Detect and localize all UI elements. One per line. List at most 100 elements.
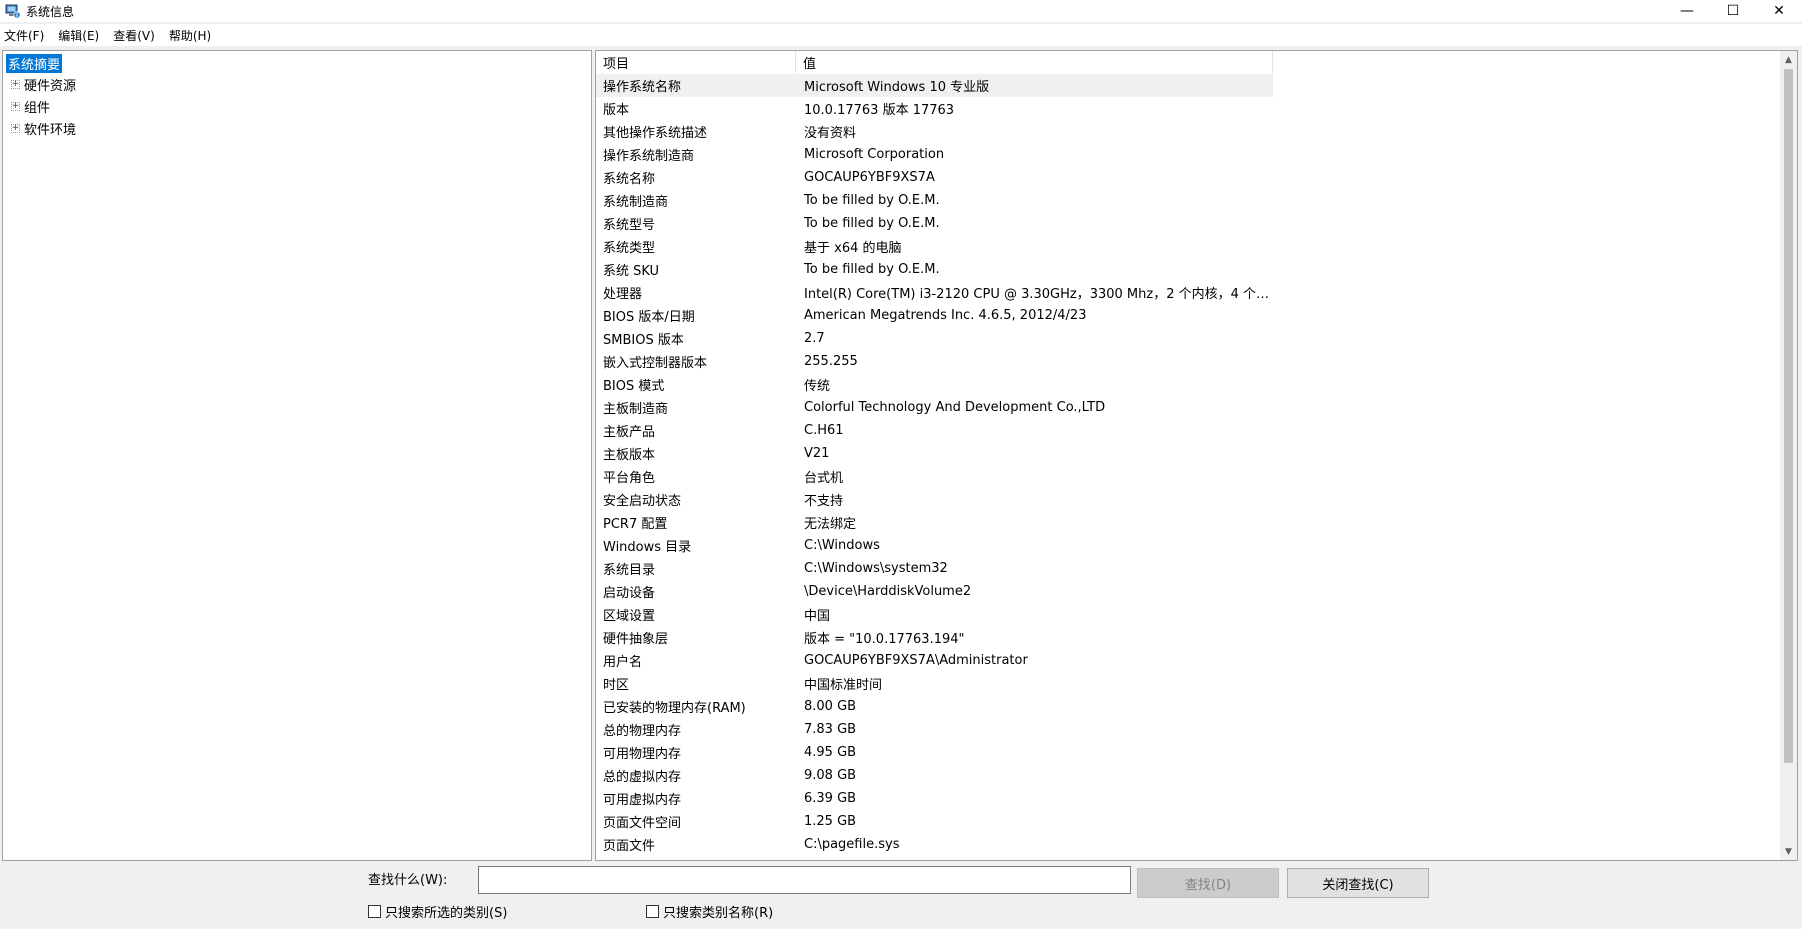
table-row[interactable]: PCR7 配置 无法绑定 xyxy=(596,511,1781,534)
checkbox-label: 只搜索类别名称(R) xyxy=(663,906,774,921)
table-row[interactable]: 已安装的物理内存(RAM) 8.00 GB xyxy=(596,695,1781,718)
table-row[interactable]: 版本 10.0.17763 版本 17763 xyxy=(596,97,1781,120)
cell-item: 操作系统名称 xyxy=(603,80,682,95)
table-row[interactable]: 系统 SKU To be filled by O.E.M. xyxy=(596,258,1781,281)
cell-item: 系统名称 xyxy=(603,172,656,187)
cell-item: BIOS 模式 xyxy=(603,379,665,394)
table-row[interactable]: 区域设置 中国 xyxy=(596,603,1781,626)
column-header-value[interactable]: 值 xyxy=(796,51,1273,73)
table-row[interactable]: 系统型号 To be filled by O.E.M. xyxy=(596,212,1781,235)
cell-value: \Device\HarddiskVolume2 xyxy=(804,584,972,599)
cell-value: GOCAUP6YBF9XS7A\Administrator xyxy=(804,653,1028,668)
tree-item-label: 软件环境 xyxy=(24,122,77,138)
tree-item-label: 组件 xyxy=(24,100,51,116)
category-tree[interactable]: 系统摘要 + 硬件资源 + 组件 + 软件环境 xyxy=(2,50,592,861)
cell-item: 处理器 xyxy=(603,287,643,302)
cell-value: 7.83 GB xyxy=(804,722,857,737)
vertical-scrollbar[interactable]: ▲ ▼ xyxy=(1780,51,1797,860)
close-find-button[interactable]: 关闭查找(C) xyxy=(1287,868,1429,898)
cell-value: 8.00 GB xyxy=(804,699,857,714)
find-input[interactable] xyxy=(478,866,1131,894)
table-row[interactable]: BIOS 版本/日期 American Megatrends Inc. 4.6.5… xyxy=(596,304,1781,327)
cell-value: 4.95 GB xyxy=(804,745,857,760)
table-row[interactable]: 主板制造商 Colorful Technology And Development… xyxy=(596,396,1781,419)
cell-value: C:\Windows xyxy=(804,538,880,553)
cell-value: 基于 x64 的电脑 xyxy=(804,241,902,256)
table-row[interactable]: 启动设备 \Device\HarddiskVolume2 xyxy=(596,580,1781,603)
expand-icon[interactable]: + xyxy=(11,123,20,133)
cell-item: 总的物理内存 xyxy=(603,724,682,739)
scroll-thumb[interactable] xyxy=(1784,69,1793,763)
table-row[interactable]: 总的物理内存 7.83 GB xyxy=(596,718,1781,741)
table-row[interactable]: 系统目录 C:\Windows\system32 xyxy=(596,557,1781,580)
cell-value: C:\pagefile.sys xyxy=(804,837,900,852)
tree-item-system-summary[interactable]: 系统摘要 xyxy=(6,53,63,73)
close-button[interactable]: ✕ xyxy=(1756,0,1802,22)
menu-edit[interactable]: 编辑(E) xyxy=(58,27,99,44)
table-row[interactable]: 硬件抽象层 版本 = "10.0.17763.194" xyxy=(596,626,1781,649)
table-row[interactable]: 系统类型 基于 x64 的电脑 xyxy=(596,235,1781,258)
table-row[interactable]: 页面文件 C:\pagefile.sys xyxy=(596,833,1781,856)
cell-item: 主板产品 xyxy=(603,425,656,440)
cell-item: 页面文件 xyxy=(603,839,656,854)
table-row[interactable]: 操作系统制造商 Microsoft Corporation xyxy=(596,143,1781,166)
cell-item: 版本 xyxy=(603,103,630,118)
cell-value: To be filled by O.E.M. xyxy=(804,193,940,208)
table-row[interactable]: 可用物理内存 4.95 GB xyxy=(596,741,1781,764)
table-row[interactable]: 平台角色 台式机 xyxy=(596,465,1781,488)
menu-file[interactable]: 文件(F) xyxy=(4,27,44,44)
table-row[interactable]: 主板版本 V21 xyxy=(596,442,1781,465)
list-rows: 操作系统名称 Microsoft Windows 10 专业版 版本 10.0.177… xyxy=(596,74,1781,856)
column-header-item[interactable]: 项目 xyxy=(596,51,796,73)
table-row[interactable]: BIOS 模式 传统 xyxy=(596,373,1781,396)
table-row[interactable]: 安全启动状态 不支持 xyxy=(596,488,1781,511)
table-row[interactable]: 页面文件空间 1.25 GB xyxy=(596,810,1781,833)
table-row[interactable]: 操作系统名称 Microsoft Windows 10 专业版 xyxy=(596,74,1273,97)
menu-help[interactable]: 帮助(H) xyxy=(169,27,211,44)
cell-value: 中国 xyxy=(804,609,831,624)
find-label: 查找什么(W): xyxy=(368,873,448,888)
maximize-button[interactable]: ☐ xyxy=(1710,0,1756,22)
scroll-down-icon[interactable]: ▼ xyxy=(1780,843,1797,860)
menu-view[interactable]: 查看(V) xyxy=(113,27,155,44)
table-row[interactable]: Windows 目录 C:\Windows xyxy=(596,534,1781,557)
minimize-icon: — xyxy=(1680,3,1694,19)
table-row[interactable]: 其他操作系统描述 没有资料 xyxy=(596,120,1781,143)
tree-item-components[interactable]: + 组件 xyxy=(11,96,50,116)
cell-value: 255.255 xyxy=(804,354,858,369)
window-controls: — ☐ ✕ xyxy=(1664,0,1802,22)
find-button[interactable]: 查找(D) xyxy=(1137,868,1279,898)
scroll-up-icon[interactable]: ▲ xyxy=(1780,51,1797,68)
cell-value: Intel(R) Core(TM) i3-2120 CPU @ 3.30GHz，… xyxy=(804,287,1273,302)
table-row[interactable]: 系统名称 GOCAUP6YBF9XS7A xyxy=(596,166,1781,189)
cell-item: 主板制造商 xyxy=(603,402,669,417)
search-category-names-checkbox[interactable]: 只搜索类别名称(R) xyxy=(646,902,773,921)
search-selected-category-checkbox[interactable]: 只搜索所选的类别(S) xyxy=(368,902,507,921)
cell-item: 可用物理内存 xyxy=(603,747,682,762)
cell-item: 主板版本 xyxy=(603,448,656,463)
cell-value: 2.7 xyxy=(804,331,825,346)
table-row[interactable]: SMBIOS 版本 2.7 xyxy=(596,327,1781,350)
tree-item-software[interactable]: + 软件环境 xyxy=(11,118,76,138)
cell-value: 无法绑定 xyxy=(804,517,857,532)
cell-value: 6.39 GB xyxy=(804,791,857,806)
cell-value: 台式机 xyxy=(804,471,844,486)
tree-item-hardware[interactable]: + 硬件资源 xyxy=(11,74,76,94)
minimize-button[interactable]: — xyxy=(1664,0,1710,22)
table-row[interactable]: 处理器 Intel(R) Core(TM) i3-2120 CPU @ 3.30G… xyxy=(596,281,1781,304)
table-row[interactable]: 主板产品 C.H61 xyxy=(596,419,1781,442)
table-row[interactable]: 系统制造商 To be filled by O.E.M. xyxy=(596,189,1781,212)
table-row[interactable]: 总的虚拟内存 9.08 GB xyxy=(596,764,1781,787)
cell-item: 其他操作系统描述 xyxy=(603,126,708,141)
expand-icon[interactable]: + xyxy=(11,101,20,111)
table-row[interactable]: 嵌入式控制器版本 255.255 xyxy=(596,350,1781,373)
cell-item: 操作系统制造商 xyxy=(603,149,695,164)
table-row[interactable]: 时区 中国标准时间 xyxy=(596,672,1781,695)
table-row[interactable]: 可用虚拟内存 6.39 GB xyxy=(596,787,1781,810)
maximize-icon: ☐ xyxy=(1726,3,1740,19)
cell-item: 启动设备 xyxy=(603,586,656,601)
cell-value: 不支持 xyxy=(804,494,844,509)
details-list[interactable]: 项目 值 操作系统名称 Microsoft Windows 10 专业版 版本 10.… xyxy=(595,50,1798,861)
table-row[interactable]: 用户名 GOCAUP6YBF9XS7A\Administrator xyxy=(596,649,1781,672)
expand-icon[interactable]: + xyxy=(11,79,20,89)
